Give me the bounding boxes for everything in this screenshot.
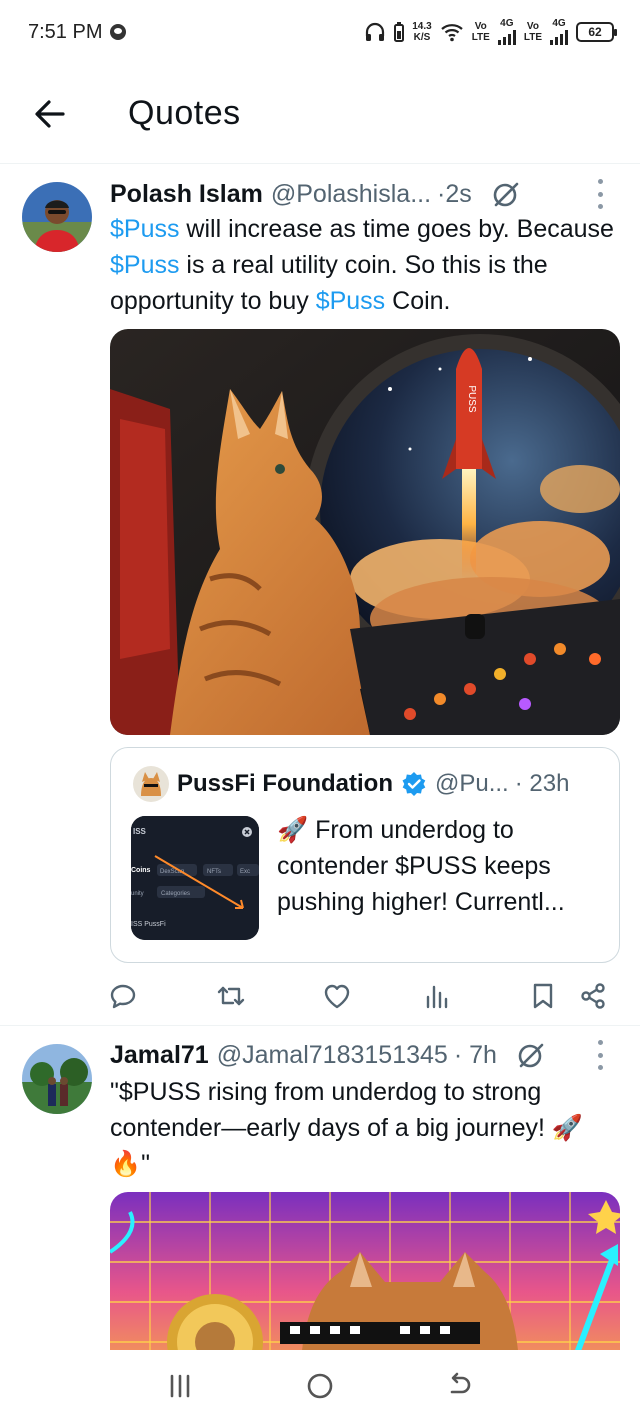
tweet-header: Jamal71 @Jamal7183151345 · 7h xyxy=(110,1038,620,1072)
reply-button[interactable] xyxy=(108,981,138,1011)
tweet-header: Polash Islam @Polashisla... ·2s xyxy=(110,177,620,211)
tweet-text-segment: Coin. xyxy=(385,287,451,315)
quoted-author-handle[interactable]: @Pu... xyxy=(435,770,509,798)
messenger-notification-icon xyxy=(110,24,127,40)
avatar-image xyxy=(22,182,92,252)
thumb-tab-label: Exc xyxy=(240,869,250,875)
tweet-text: $Puss will increase as time goes by. Bec… xyxy=(110,211,622,319)
avatar[interactable] xyxy=(22,182,92,252)
back-button[interactable] xyxy=(20,84,80,144)
rocket-label: PUSS xyxy=(466,385,477,413)
wifi-icon xyxy=(440,23,463,41)
thumb-tab-label: Coins xyxy=(131,867,151,874)
cat-rocket-illustration: PUSS xyxy=(110,329,620,735)
grok-icon[interactable] xyxy=(492,180,520,208)
tweet-text: "$PUSS rising from underdog to strong co… xyxy=(110,1078,584,1178)
sim1-volte: Vo LTE xyxy=(472,21,490,43)
sim2-top: Vo xyxy=(526,20,539,32)
tweet-media-image[interactable]: PUSS xyxy=(110,329,620,735)
signal-bars-icon xyxy=(550,29,568,45)
screenshot-thumbnail: ISS Coins DexScan NFTs Exc unity Categor… xyxy=(131,816,259,940)
like-button[interactable] xyxy=(322,981,352,1011)
headphones-icon xyxy=(366,22,385,41)
quoted-header: PussFi Foundation @Pu... · 23h xyxy=(177,766,603,802)
sim1-gen: 4G xyxy=(500,18,514,29)
thumb-tab-label: unity xyxy=(131,891,144,897)
menu-lines-icon xyxy=(170,1374,190,1398)
net-speed-value: 14.3 xyxy=(412,20,432,32)
more-options-icon[interactable] xyxy=(594,179,606,209)
status-icons: 14.3 K/S Vo LTE 4G Vo LTE 4G 62 xyxy=(364,18,617,45)
share-icon xyxy=(581,983,605,1009)
analytics-icon xyxy=(426,985,448,1009)
tweet-text-segment: will increase as time goes by. Because xyxy=(179,215,614,243)
home-circle-icon xyxy=(307,1373,333,1399)
author-handle[interactable]: @Jamal7183151345 xyxy=(217,1041,448,1070)
quoted-media-thumbnail[interactable]: ISS Coins DexScan NFTs Exc unity Categor… xyxy=(131,816,259,940)
bookmark-button[interactable] xyxy=(528,981,558,1011)
verified-badge-icon xyxy=(402,772,426,796)
battery-saver-icon xyxy=(394,21,405,42)
quoted-author-name[interactable]: PussFi Foundation xyxy=(177,770,393,798)
sim1-bottom: LTE xyxy=(471,31,490,43)
status-bar: 7:51 PM 14.3 K/S Vo LTE 4G Vo LTE 4G 62 xyxy=(0,0,640,64)
sim2-gen: 4G xyxy=(552,18,566,29)
share-button[interactable] xyxy=(578,981,608,1011)
quoted-tweet-card[interactable]: PussFi Foundation @Pu... · 23h ISS Coins… xyxy=(110,747,620,963)
author-name[interactable]: Polash Islam xyxy=(110,180,263,209)
avatar[interactable] xyxy=(22,1044,92,1114)
home-button[interactable] xyxy=(298,1364,342,1408)
net-speed-unit: K/S xyxy=(413,31,431,43)
sim1-top: Vo xyxy=(474,20,487,32)
battery-indicator: 62 xyxy=(576,21,617,42)
quoted-tweet-text: 🚀 From underdog to contender $PUSS keeps… xyxy=(277,816,565,916)
author-handle[interactable]: @Polashisla... xyxy=(271,180,431,209)
page-title: Quotes xyxy=(128,94,241,132)
arrow-left-icon xyxy=(35,99,65,128)
sim2-signal: 4G xyxy=(550,18,568,45)
tweet-actions xyxy=(108,975,618,1015)
tweet-time[interactable]: ·2s xyxy=(437,180,472,209)
net-speed: 14.3 K/S xyxy=(412,21,431,43)
more-options-icon[interactable] xyxy=(594,1040,606,1070)
status-time: 7:51 PM xyxy=(28,20,103,43)
page-header: Quotes xyxy=(0,64,640,164)
repost-icon xyxy=(217,986,245,1006)
grok-icon[interactable] xyxy=(517,1041,545,1069)
quoted-time[interactable]: · 23h xyxy=(515,770,570,798)
views-button[interactable] xyxy=(422,981,452,1011)
thumb-tab-label: NFTs xyxy=(207,869,221,875)
reply-icon xyxy=(110,984,136,1009)
tweet[interactable]: Jamal71 @Jamal7183151345 · 7h "$PUSS ris… xyxy=(0,1026,640,1350)
back-nav-button[interactable] xyxy=(438,1364,482,1408)
repost-button[interactable] xyxy=(216,981,246,1011)
bookmark-icon xyxy=(533,983,553,1009)
thumb-tab-label: Categories xyxy=(161,891,190,897)
cashtag-link[interactable]: $Puss xyxy=(110,215,179,243)
cashtag-link[interactable]: $Puss xyxy=(110,251,179,279)
sim2-bottom: LTE xyxy=(523,31,542,43)
tweet-media-image[interactable] xyxy=(110,1192,620,1350)
avatar-image xyxy=(22,1044,92,1114)
back-arrow-icon xyxy=(450,1372,471,1394)
system-navigation-bar xyxy=(0,1350,640,1422)
thumb-bottom-label: ISS PussFi xyxy=(131,921,166,928)
pussfi-logo-image xyxy=(133,766,169,802)
heart-icon xyxy=(324,984,350,1009)
quoted-avatar[interactable] xyxy=(133,766,169,802)
cashtag-link[interactable]: $Puss xyxy=(316,287,385,315)
recent-apps-button[interactable] xyxy=(158,1364,202,1408)
author-name[interactable]: Jamal71 xyxy=(110,1041,209,1070)
sim2-volte: Vo LTE xyxy=(524,21,542,43)
tweet-time[interactable]: · 7h xyxy=(454,1041,497,1070)
sim1-signal: 4G xyxy=(497,18,516,45)
tweet[interactable]: Polash Islam @Polashisla... ·2s $Puss wi… xyxy=(0,165,640,1025)
thumb-top-label: ISS xyxy=(133,827,147,836)
cat-coin-illustration xyxy=(110,1192,620,1350)
signal-bars-icon xyxy=(497,29,516,45)
